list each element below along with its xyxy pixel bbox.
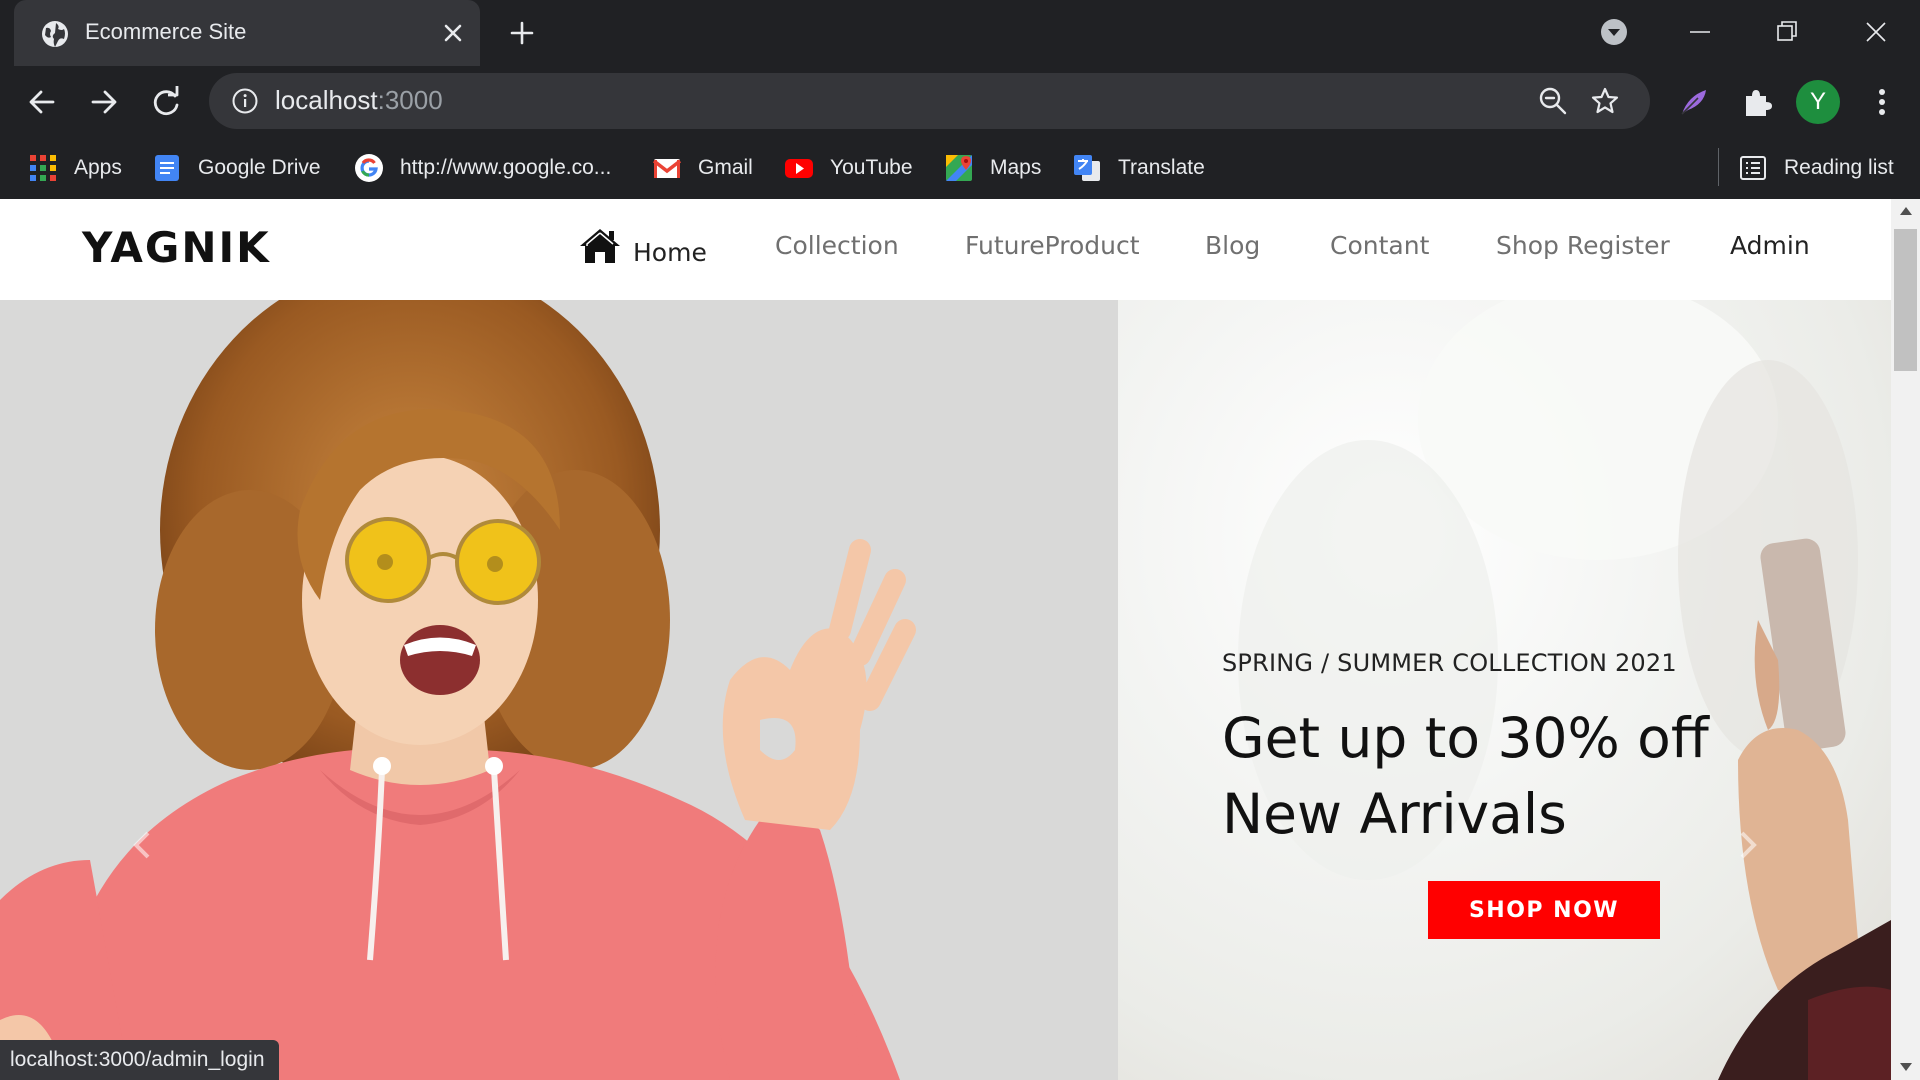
home-icon[interactable] (578, 227, 622, 265)
nav-collection[interactable]: Collection (775, 231, 899, 260)
youtube-icon (785, 159, 813, 178)
nav-contant[interactable]: Contant (1330, 231, 1429, 260)
bookmark-google[interactable]: http://www.google.co... (354, 150, 611, 186)
tab-strip: Ecommerce Site (0, 0, 1920, 66)
shop-now-button[interactable]: SHOP NOW (1428, 881, 1660, 939)
close-window-icon[interactable] (1856, 12, 1896, 52)
gmail-icon (652, 159, 682, 178)
hero-background-image (1118, 300, 1891, 1080)
hero-carousel: SPRING / SUMMER COLLECTION 2021 Get up t… (0, 300, 1891, 1080)
site-header: YAGNIK Home Collection FutureProduct Blo… (0, 199, 1891, 300)
scroll-up-arrow-icon[interactable] (1899, 205, 1913, 217)
back-arrow-icon[interactable] (20, 80, 64, 124)
browser-tab[interactable]: Ecommerce Site (14, 0, 480, 66)
hero-title: Get up to 30% off New Arrivals (1222, 700, 1709, 852)
nav-shop-register[interactable]: Shop Register (1496, 231, 1670, 260)
profile-avatar[interactable]: Y (1796, 80, 1840, 124)
kebab-menu-icon[interactable] (1862, 82, 1902, 122)
hero-subtitle: SPRING / SUMMER COLLECTION 2021 (1222, 649, 1677, 677)
tab-search-icon[interactable] (1598, 16, 1630, 48)
apps-grid-icon (30, 155, 56, 181)
scrollbar-thumb[interactable] (1894, 229, 1917, 371)
web-page: YAGNIK Home Collection FutureProduct Blo… (0, 199, 1891, 1080)
google-g-icon (355, 154, 383, 182)
url-text: localhost:3000 (275, 85, 443, 115)
background-photo-illustration (1238, 300, 1891, 1080)
carousel-prev-chevron-icon[interactable] (122, 815, 162, 875)
page-scrollbar[interactable] (1891, 199, 1920, 1080)
bookmark-star-icon[interactable] (1589, 85, 1621, 117)
nav-blog[interactable]: Blog (1205, 231, 1260, 260)
zoom-out-icon[interactable] (1537, 85, 1569, 117)
reading-list-icon (1740, 156, 1766, 180)
restore-icon[interactable] (1767, 12, 1807, 52)
hero-model-image (0, 300, 1118, 1080)
browser-chrome: Ecommerce Site localhost:3000 Y Apps Goo… (0, 0, 1920, 199)
minimize-icon[interactable] (1680, 12, 1720, 52)
toolbar: localhost:3000 Y (0, 66, 1920, 138)
forward-arrow-icon[interactable] (82, 80, 126, 124)
globe-icon (42, 21, 68, 47)
nav-home[interactable]: Home (633, 238, 707, 267)
reload-icon[interactable] (144, 80, 188, 124)
bookmark-google-drive[interactable]: Google Drive (152, 150, 321, 186)
carousel-next-chevron-icon[interactable] (1728, 815, 1768, 875)
address-bar[interactable]: localhost:3000 (209, 73, 1650, 129)
bookmarks-divider (1718, 148, 1719, 186)
maps-icon (946, 155, 972, 181)
bookmark-apps[interactable]: Apps (28, 150, 122, 186)
new-tab-plus-icon[interactable] (506, 17, 538, 49)
extension-feather-icon[interactable] (1674, 82, 1714, 122)
tab-title: Ecommerce Site (85, 19, 247, 44)
info-icon[interactable] (231, 87, 259, 115)
bookmark-gmail[interactable]: Gmail (652, 150, 753, 186)
site-logo[interactable]: YAGNIK (82, 223, 271, 272)
translate-icon (1074, 155, 1100, 181)
link-status-bar: localhost:3000/admin_login (0, 1040, 279, 1080)
scroll-down-arrow-icon[interactable] (1899, 1061, 1913, 1073)
bookmark-youtube[interactable]: YouTube (784, 150, 913, 186)
reading-list-button[interactable]: Reading list (1738, 150, 1894, 186)
bookmarks-bar: Apps Google Drive http://www.google.co..… (0, 138, 1920, 199)
nav-admin[interactable]: Admin (1730, 231, 1810, 260)
bookmark-maps[interactable]: Maps (944, 150, 1041, 186)
close-icon[interactable] (438, 18, 468, 48)
nav-futureproduct[interactable]: FutureProduct (965, 231, 1140, 260)
extensions-puzzle-icon[interactable] (1736, 82, 1776, 122)
hero-title-line-2: New Arrivals (1222, 782, 1567, 846)
hero-title-line-1: Get up to 30% off (1222, 706, 1709, 770)
bookmark-translate[interactable]: Translate (1072, 150, 1205, 186)
model-photo-illustration (0, 300, 1118, 1080)
google-docs-icon (155, 155, 179, 181)
